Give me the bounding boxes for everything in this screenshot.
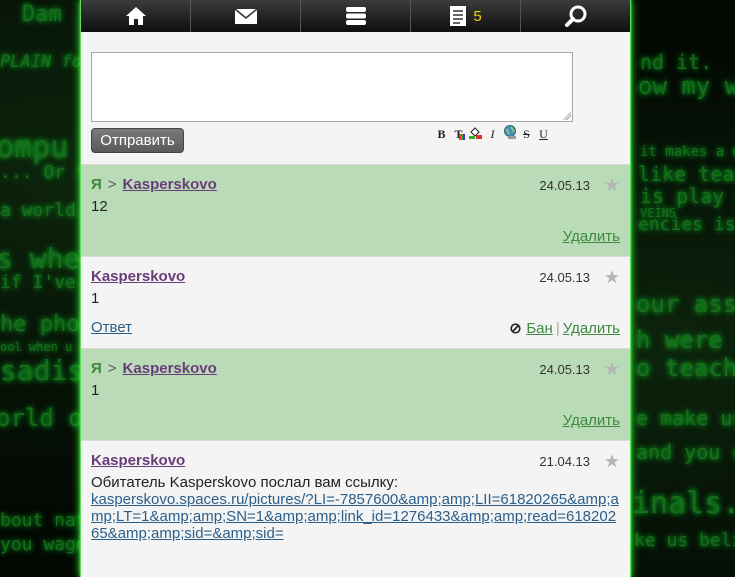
- journal-count-badge: 5: [473, 7, 482, 25]
- message-composer: Отправить B T I: [81, 32, 630, 164]
- message-header: Я > Kasperskovo: [91, 360, 217, 377]
- arrow-icon: >: [107, 360, 117, 377]
- star-icon[interactable]: ★: [604, 267, 620, 288]
- sender-me: Я: [91, 360, 102, 377]
- bg-snippet: ke us belie: [634, 530, 735, 551]
- bg-snippet: ow my wo: [638, 72, 735, 100]
- author-link[interactable]: Kasperskovo: [91, 452, 185, 469]
- delete-link[interactable]: Удалить: [563, 228, 620, 245]
- star-icon[interactable]: ★: [604, 175, 620, 196]
- color-swatch-icon: [459, 133, 465, 140]
- link-button[interactable]: [503, 125, 516, 143]
- author-link[interactable]: Kasperskovo: [123, 360, 217, 377]
- envelope-icon: [234, 7, 257, 24]
- tab-mail[interactable]: [191, 0, 301, 32]
- document-icon: [450, 6, 467, 26]
- delete-link[interactable]: Удалить: [563, 320, 620, 337]
- star-icon[interactable]: ★: [604, 451, 620, 472]
- search-icon: [564, 5, 586, 27]
- format-toolbar: B T I S U: [435, 125, 550, 143]
- bg-snippet: e make use: [636, 406, 735, 430]
- ban-link[interactable]: Бан: [526, 320, 552, 337]
- tab-journal[interactable]: 5: [411, 0, 521, 32]
- bg-snippet: Dam: [22, 2, 62, 27]
- stack-icon: [345, 7, 366, 25]
- bg-snippet: nd it.: [640, 50, 713, 74]
- sender-me: Я: [91, 176, 102, 193]
- bg-snippet: he phon: [0, 312, 93, 337]
- bg-snippet: ompu: [0, 130, 69, 165]
- author-link[interactable]: Kasperskovo: [123, 176, 217, 193]
- message-item: Я > Kasperskovo 24.05.13 ★ 1 Удалить: [81, 348, 630, 440]
- message-text: Обитатель Kasperskovo послал вам ссылку:: [91, 474, 399, 491]
- bold-button[interactable]: B: [435, 127, 448, 142]
- bg-snippet: o teach: [636, 354, 735, 382]
- message-header: Kasperskovo: [91, 268, 185, 285]
- underline-button[interactable]: U: [537, 127, 550, 142]
- bg-snippet: h were y: [636, 326, 735, 354]
- top-navigation: 5: [81, 0, 630, 32]
- resize-grip-icon[interactable]: [563, 112, 571, 120]
- bg-snippet: like teachi: [638, 162, 735, 186]
- text-color-button[interactable]: T: [452, 127, 465, 142]
- delete-link[interactable]: Удалить: [563, 412, 620, 429]
- message-actions: Бан | Удалить: [510, 320, 620, 337]
- bg-snippet: you wage: [0, 534, 87, 555]
- bg-snippet: it makes a mis: [640, 144, 735, 160]
- message-date: 21.04.13: [539, 454, 590, 469]
- message-text-block: Обитатель Kasperskovo послал вам ссылку:…: [91, 474, 621, 542]
- fill-color-button[interactable]: [469, 126, 482, 143]
- message-text: 1: [91, 382, 100, 399]
- bg-snippet: ool when u: [0, 340, 73, 354]
- arrow-icon: >: [107, 176, 117, 193]
- bg-snippet: and you c: [636, 440, 735, 464]
- reply-link[interactable]: Ответ: [91, 319, 132, 336]
- message-text: 1: [91, 290, 100, 307]
- message-text: 12: [91, 198, 108, 215]
- message-item: Kasperskovo 24.05.13 ★ 1 Ответ Бан | Уда…: [81, 256, 630, 348]
- star-icon[interactable]: ★: [604, 359, 620, 380]
- strike-button[interactable]: S: [520, 127, 533, 142]
- message-textarea[interactable]: [91, 52, 573, 122]
- paint-bucket-icon: [469, 126, 482, 139]
- tab-search[interactable]: [521, 0, 630, 32]
- message-header: Я > Kasperskovo: [91, 176, 217, 193]
- author-link[interactable]: Kasperskovo: [91, 268, 185, 285]
- message-date: 24.05.13: [539, 178, 590, 193]
- send-button[interactable]: Отправить: [91, 128, 184, 153]
- message-header: Kasperskovo: [91, 452, 185, 469]
- tab-home[interactable]: [81, 0, 191, 32]
- bg-snippet: inals.: [632, 486, 735, 521]
- bg-snippet: our ass u: [636, 290, 735, 318]
- italic-button[interactable]: I: [486, 127, 499, 142]
- message-item: Kasperskovo 21.04.13 ★ Обитатель Kaspers…: [81, 440, 630, 577]
- message-date: 24.05.13: [539, 362, 590, 377]
- bg-snippet: s whe: [0, 242, 81, 275]
- home-icon: [125, 7, 146, 25]
- message-date: 24.05.13: [539, 270, 590, 285]
- shared-link[interactable]: kasperskovo.spaces.ru/pictures/?LI=-7857…: [91, 491, 621, 542]
- bg-snippet: encies is so: [638, 214, 735, 235]
- tab-forums[interactable]: [301, 0, 411, 32]
- ban-icon: [510, 323, 521, 334]
- separator: |: [555, 320, 560, 337]
- content-column: 5 Отправить B T I: [80, 0, 631, 577]
- message-item: Я > Kasperskovo 24.05.13 ★ 12 Удалить: [81, 164, 630, 256]
- bg-snippet: PLAIN for: [0, 52, 93, 72]
- globe-link-icon: [504, 125, 516, 139]
- bg-snippet: is play ga: [640, 184, 735, 208]
